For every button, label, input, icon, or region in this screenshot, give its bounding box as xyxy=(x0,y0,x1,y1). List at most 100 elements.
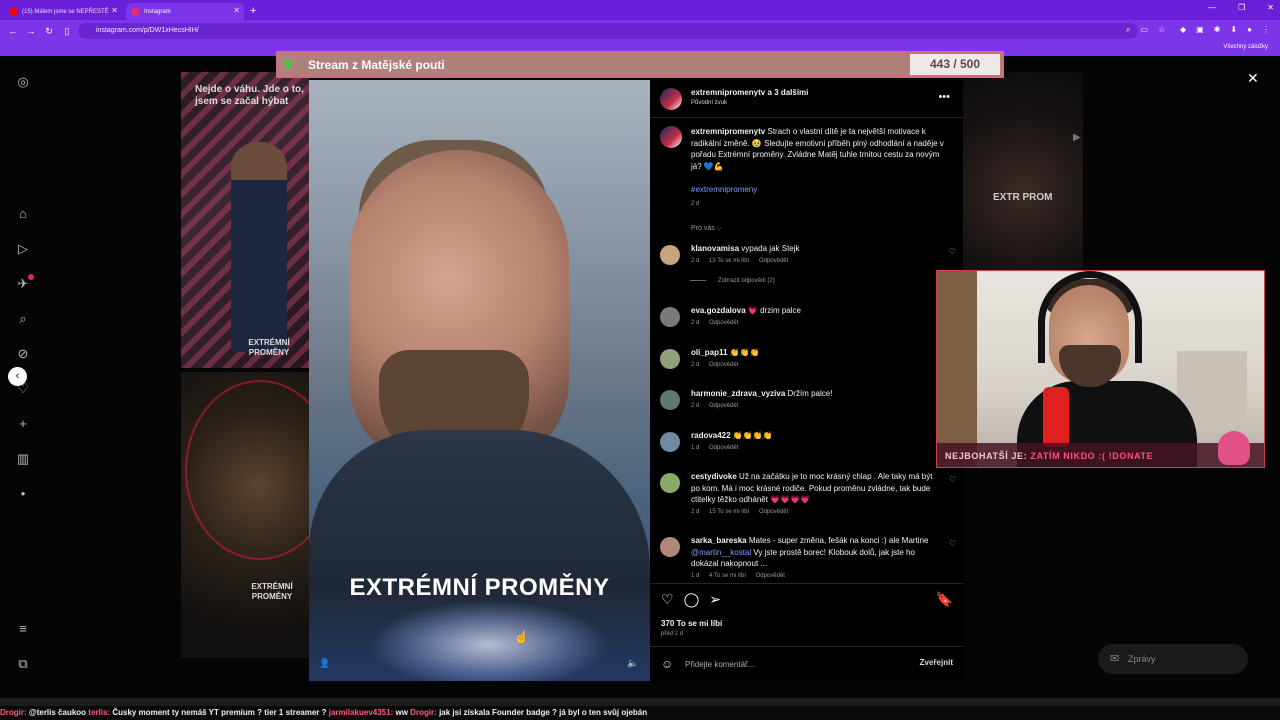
comment-likes[interactable]: 15 To se mi líbí xyxy=(709,509,749,515)
coauthors[interactable]: a 3 dalšími xyxy=(767,88,808,97)
comment-sort-dropdown[interactable]: Pro vás ⌵ xyxy=(691,225,722,233)
save-bookmark-icon[interactable]: 🔖 xyxy=(936,591,953,608)
menu-icon[interactable]: ⋮ xyxy=(1262,25,1270,34)
reply-button[interactable]: Odpovědět xyxy=(709,362,738,368)
sidepanel-icon[interactable]: ▯ xyxy=(58,26,76,37)
comment-username[interactable]: radova422 xyxy=(691,431,731,440)
comment-avatar[interactable] xyxy=(660,245,680,265)
reply-button[interactable]: Odpovědět xyxy=(709,403,738,409)
tab-youtube[interactable]: (15) Málem jsme se NEPŘESTĚ ✕ xyxy=(4,3,122,20)
close-icon[interactable]: ✕ xyxy=(1247,70,1259,87)
chat-name: terlis: xyxy=(88,708,111,717)
comment-username[interactable]: sarka_bareska xyxy=(691,536,747,545)
messages-icon[interactable]: ✈ xyxy=(15,274,34,292)
comment-username[interactable]: eva.gozdalova xyxy=(691,306,746,315)
comment-input[interactable] xyxy=(685,658,885,670)
comment-text: vypada jak Stejk xyxy=(741,244,800,253)
background-thumbnail[interactable]: EXTR PROM xyxy=(963,72,1083,272)
instagram-logo-icon[interactable]: ◎ xyxy=(15,74,31,90)
dashboard-icon[interactable]: ▥ xyxy=(15,451,31,467)
comment-likes[interactable]: 4 To se mi líbí xyxy=(709,573,746,579)
comment-likes[interactable]: 13 To se mi líbí xyxy=(709,258,749,264)
puzzle-icon[interactable]: ✱ xyxy=(1214,25,1221,34)
comment-username[interactable]: harmonie_zdrava_vyziva xyxy=(691,389,785,398)
comment-text: 👏👏👏👏 xyxy=(732,431,773,440)
author-name[interactable]: extremnipromenytv a 3 dalšími xyxy=(691,88,808,97)
previous-post-button[interactable]: ‹ xyxy=(8,367,27,386)
messages-button[interactable]: ✉ Zprávy xyxy=(1098,644,1248,674)
reply-button[interactable]: Odpovědět xyxy=(759,509,788,515)
back-icon[interactable]: ← xyxy=(4,26,22,36)
download-icon[interactable]: ⬇ xyxy=(1230,25,1237,34)
close-tab-icon[interactable]: ✕ xyxy=(233,6,240,15)
comment-avatar[interactable] xyxy=(660,307,680,327)
comment-username[interactable]: cestydivoke xyxy=(691,472,737,481)
comment-avatar[interactable] xyxy=(660,473,680,493)
new-tab-button[interactable]: + xyxy=(250,3,256,20)
comment-avatar[interactable] xyxy=(660,390,680,410)
author-username[interactable]: extremnipromenytv xyxy=(691,88,765,97)
bookmark-star-icon[interactable]: ☆ xyxy=(1158,25,1165,35)
address-actions: ⌕ ▭ ☆ xyxy=(1126,25,1165,35)
close-window-icon[interactable]: ✕ xyxy=(1267,3,1274,12)
post-panel: extremnipromenytv a 3 dalšími Původní zv… xyxy=(650,80,963,681)
apps-icon[interactable]: ⧉ xyxy=(15,656,31,672)
screen: (15) Málem jsme se NEPŘESTĚ ✕ Instagram … xyxy=(0,0,1280,720)
more-menu-icon[interactable]: ≡ xyxy=(15,621,31,637)
post-video[interactable]: EXTRÉMNÍ PROMĚNY 👤 🔈 ☝ xyxy=(309,80,650,681)
comment-avatar[interactable] xyxy=(660,537,680,557)
maximize-icon[interactable]: ❐ xyxy=(1238,3,1245,12)
close-tab-icon[interactable]: ✕ xyxy=(111,6,118,15)
minimize-icon[interactable]: — xyxy=(1208,3,1216,12)
more-options-icon[interactable]: ••• xyxy=(938,91,950,103)
zoom-icon[interactable]: ⌕ xyxy=(1126,25,1130,35)
comment-username[interactable]: klanovamisa xyxy=(691,244,739,253)
chat-name: Drogir: xyxy=(410,708,437,717)
caption-avatar[interactable] xyxy=(660,126,682,148)
explore-icon[interactable]: ⊘ xyxy=(15,346,31,362)
background-thumbnail[interactable]: EXTRÉMNÍ PROMĚNY xyxy=(181,372,335,658)
caption-username[interactable]: extremnipromenytv xyxy=(691,127,765,136)
like-comment-icon[interactable]: ♡ xyxy=(949,247,956,256)
screenshot-icon[interactable]: ▣ xyxy=(1196,25,1204,34)
tab-instagram[interactable]: Instagram ✕ xyxy=(126,3,244,20)
home-icon[interactable]: ⌂ xyxy=(15,206,31,222)
like-comment-icon[interactable]: ♡ xyxy=(949,475,956,484)
forward-icon[interactable]: → xyxy=(22,26,40,36)
audio-label[interactable]: Původní zvuk xyxy=(691,100,727,106)
divider xyxy=(650,117,963,118)
likes-count[interactable]: 370 To se mi líbí xyxy=(661,619,722,628)
reload-icon[interactable]: ↻ xyxy=(40,26,58,37)
share-icon[interactable]: ➢ xyxy=(709,591,721,608)
search-icon[interactable]: ⌕ xyxy=(15,311,31,327)
reply-button[interactable]: Odpovědět xyxy=(756,573,785,579)
comment-avatar[interactable] xyxy=(660,349,680,369)
cast-icon[interactable]: ▭ xyxy=(1140,25,1148,35)
user-tag-icon[interactable]: 👤 xyxy=(319,658,331,670)
background-thumbnail[interactable]: Nejde o váhu. Jde o to, jsem se začal hý… xyxy=(181,72,309,368)
comment-username[interactable]: oli_pap11 xyxy=(691,348,727,357)
author-avatar[interactable] xyxy=(660,88,682,110)
reply-button[interactable]: Odpovědět xyxy=(709,320,738,326)
like-icon[interactable]: ♡ xyxy=(661,591,674,608)
profile-icon[interactable]: ● xyxy=(1247,25,1252,34)
all-bookmarks-button[interactable]: Všechny záložky xyxy=(1223,44,1268,50)
url-field[interactable]: instagram.com/p/DW1xHecsHIH/ xyxy=(78,23,1138,39)
like-comment-icon[interactable]: ♡ xyxy=(949,539,956,548)
profile-avatar-icon[interactable]: • xyxy=(15,486,31,502)
reply-button[interactable]: Odpovědět xyxy=(709,445,738,451)
reels-icon[interactable]: ▷ xyxy=(15,241,31,257)
comment-icon[interactable]: ◯ xyxy=(684,591,700,608)
mute-icon[interactable]: 🔈 xyxy=(627,658,639,670)
reply-button[interactable]: Odpovědět xyxy=(759,258,788,264)
extension-icon[interactable]: ◆ xyxy=(1180,25,1186,34)
comment-time: 1 d xyxy=(691,573,700,579)
post-comment-button[interactable]: Zveřejnit xyxy=(920,658,953,667)
create-icon[interactable]: + xyxy=(15,416,31,432)
hashtag-link[interactable]: #extremnipromeny xyxy=(691,185,757,194)
view-replies-button[interactable]: Zobrazit odpovědi (2) xyxy=(690,278,775,284)
mouse-cursor-icon: ☝ xyxy=(514,630,529,644)
mention-link[interactable]: @martin__kostal xyxy=(691,548,751,557)
comment-avatar[interactable] xyxy=(660,432,680,452)
emoji-icon[interactable]: ☺ xyxy=(661,657,673,671)
